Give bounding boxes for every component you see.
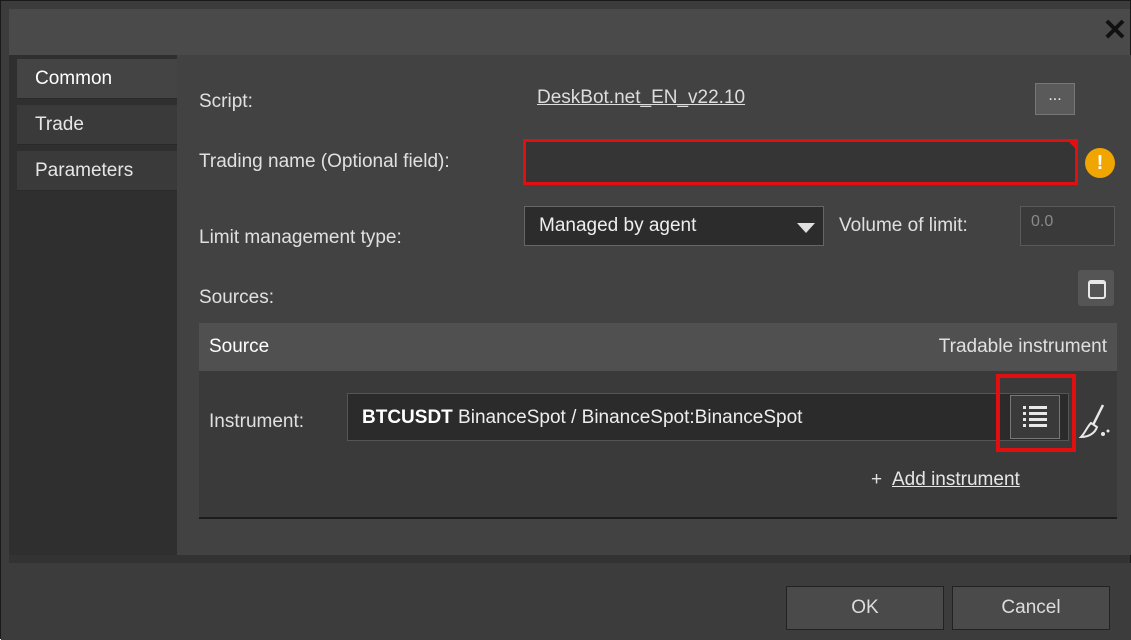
tab-parameters[interactable]: Parameters bbox=[17, 151, 177, 191]
footer-divider bbox=[9, 555, 1130, 563]
script-label: Script: bbox=[199, 91, 253, 112]
instrument-field[interactable]: BTCUSDT BinanceSpot / BinanceSpot:Binanc… bbox=[347, 393, 1069, 441]
limit-type-label: Limit management type: bbox=[199, 227, 402, 248]
info-icon[interactable]: ! bbox=[1085, 148, 1115, 178]
cancel-button[interactable]: Cancel bbox=[952, 586, 1110, 630]
window-icon[interactable] bbox=[1078, 270, 1114, 306]
instrument-exchange: BinanceSpot / BinanceSpot:BinanceSpot bbox=[452, 407, 803, 428]
column-source: Source bbox=[209, 336, 270, 357]
add-prefix: + bbox=[871, 469, 883, 490]
limit-type-value: Managed by agent bbox=[539, 215, 697, 236]
grid-header: Source Tradable instrument bbox=[199, 323, 1117, 371]
volume-input[interactable]: 0.0 bbox=[1020, 206, 1115, 246]
list-icon bbox=[1023, 406, 1047, 427]
chevron-down-icon bbox=[797, 223, 815, 233]
instrument-text: BTCUSDT BinanceSpot / BinanceSpot:Binanc… bbox=[362, 407, 802, 429]
sources-label: Sources: bbox=[199, 287, 274, 308]
browse-script-button[interactable]: ... bbox=[1035, 83, 1075, 115]
tab-trade[interactable]: Trade bbox=[17, 105, 177, 145]
volume-label: Volume of limit: bbox=[839, 215, 968, 236]
strategy-settings-dialog: ✕ Common Trade Parameters Script: DeskBo… bbox=[0, 0, 1131, 640]
instrument-list-button[interactable] bbox=[1010, 395, 1060, 439]
column-tradable-instrument: Tradable instrument bbox=[938, 336, 1107, 357]
required-corner-mark bbox=[1066, 139, 1078, 151]
trading-name-input[interactable] bbox=[523, 139, 1078, 185]
instrument-symbol: BTCUSDT bbox=[362, 407, 453, 428]
close-icon[interactable]: ✕ bbox=[1100, 13, 1130, 49]
tab-common[interactable]: Common bbox=[17, 59, 177, 99]
script-link[interactable]: DeskBot.net_EN_v22.10 bbox=[537, 87, 745, 109]
limit-type-select[interactable]: Managed by agent bbox=[524, 206, 824, 246]
broom-icon[interactable] bbox=[1077, 401, 1113, 441]
instrument-label: Instrument: bbox=[209, 411, 305, 432]
trading-name-label: Trading name (Optional field): bbox=[199, 151, 450, 172]
add-instrument-link[interactable]: Add instrument bbox=[892, 469, 1020, 491]
ok-button[interactable]: OK bbox=[786, 586, 944, 630]
title-bar bbox=[9, 9, 1130, 55]
